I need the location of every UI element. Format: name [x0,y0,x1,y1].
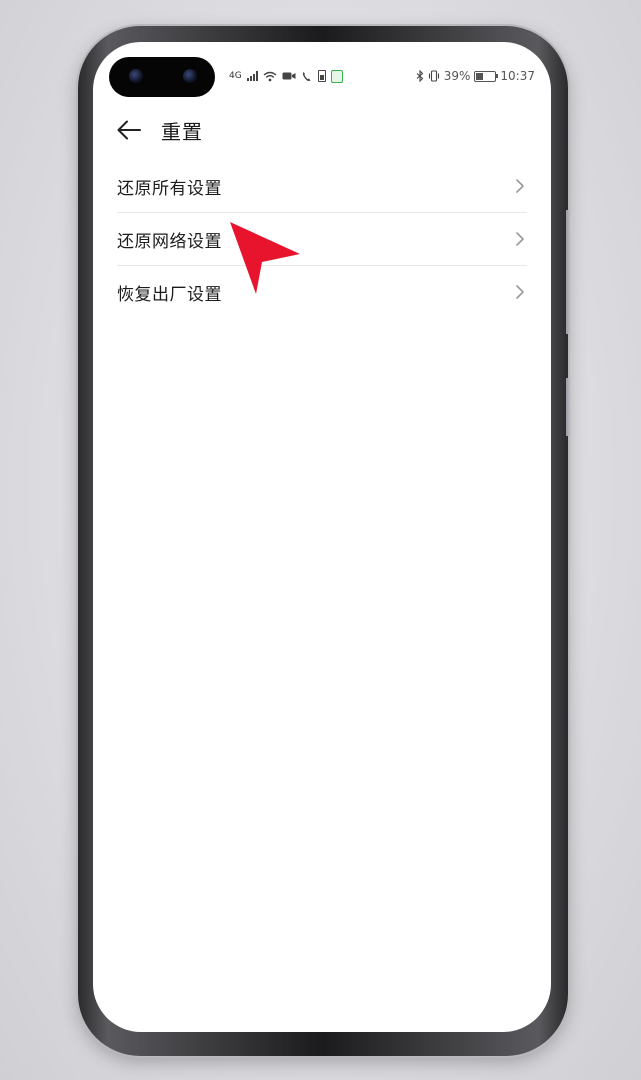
video-call-icon [282,72,296,80]
menu-item-label: 恢复出厂设置 [117,284,222,305]
phone-screen: 4G 39% 10:37 重置 还原所有设置 还原网络设置 恢复出厂设置 [93,42,551,1032]
page-title: 重置 [161,119,203,144]
chevron-right-icon [516,285,524,299]
bluetooth-icon [416,70,424,82]
app-notification-icon [330,69,343,83]
volume-button [566,210,572,334]
menu-item-label: 还原所有设置 [117,178,222,199]
factory-reset-item[interactable]: 恢复出厂设置 [117,265,527,318]
reset-all-settings-item[interactable]: 还原所有设置 [117,160,527,212]
menu-item-label: 还原网络设置 [117,231,222,252]
wifi-icon [263,71,277,81]
status-bar-right: 39% 10:37 [416,68,535,84]
chevron-right-icon [516,232,524,246]
page-header: 重置 [115,112,203,148]
reset-network-settings-item[interactable]: 还原网络设置 [117,212,527,265]
front-camera-cutout [109,57,215,97]
front-camera-lens [129,69,143,83]
front-camera-lens [183,69,197,83]
clock-time: 10:37 [500,69,535,83]
status-bar-left: 4G [229,68,343,84]
call-icon [302,71,311,81]
battery-percent: 39% [443,69,471,83]
battery-icon [474,70,499,82]
signal-icon [246,71,258,81]
reset-options-list: 还原所有设置 还原网络设置 恢复出厂设置 [117,160,527,318]
back-button[interactable] [115,116,143,144]
network-type-label: 4G [229,71,242,81]
battery-small-icon [317,70,326,82]
chevron-right-icon [516,179,524,193]
back-arrow-icon [117,120,141,140]
vibrate-icon [428,70,439,82]
power-button [566,378,572,436]
